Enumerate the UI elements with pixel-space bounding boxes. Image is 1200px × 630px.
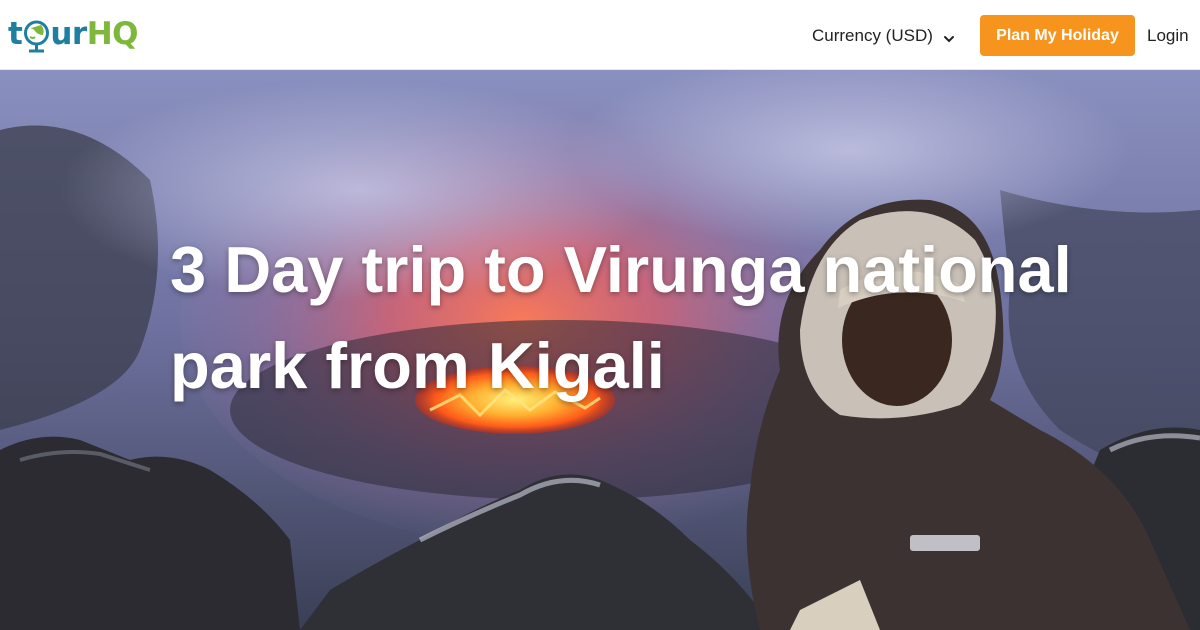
login-link[interactable]: Login [1147,24,1189,48]
site-header: t ur HQ Currency (USD) Plan My Holiday L… [0,0,1200,70]
tourhq-logo[interactable]: t ur HQ [8,14,139,54]
logo-text-ur: ur [50,16,87,52]
currency-label: Currency (USD) [812,26,933,45]
plan-my-holiday-button[interactable]: Plan My Holiday [980,15,1135,56]
globe-icon [23,19,50,53]
hero-banner: 3 Day trip to Virunga national park from… [0,70,1200,630]
currency-selector[interactable]: Currency (USD) [812,24,955,48]
hero-title: 3 Day trip to Virunga national park from… [170,233,1072,402]
logo-text-t: t [8,16,23,52]
logo-text-hq: HQ [86,16,139,52]
chevron-down-icon [943,30,955,43]
